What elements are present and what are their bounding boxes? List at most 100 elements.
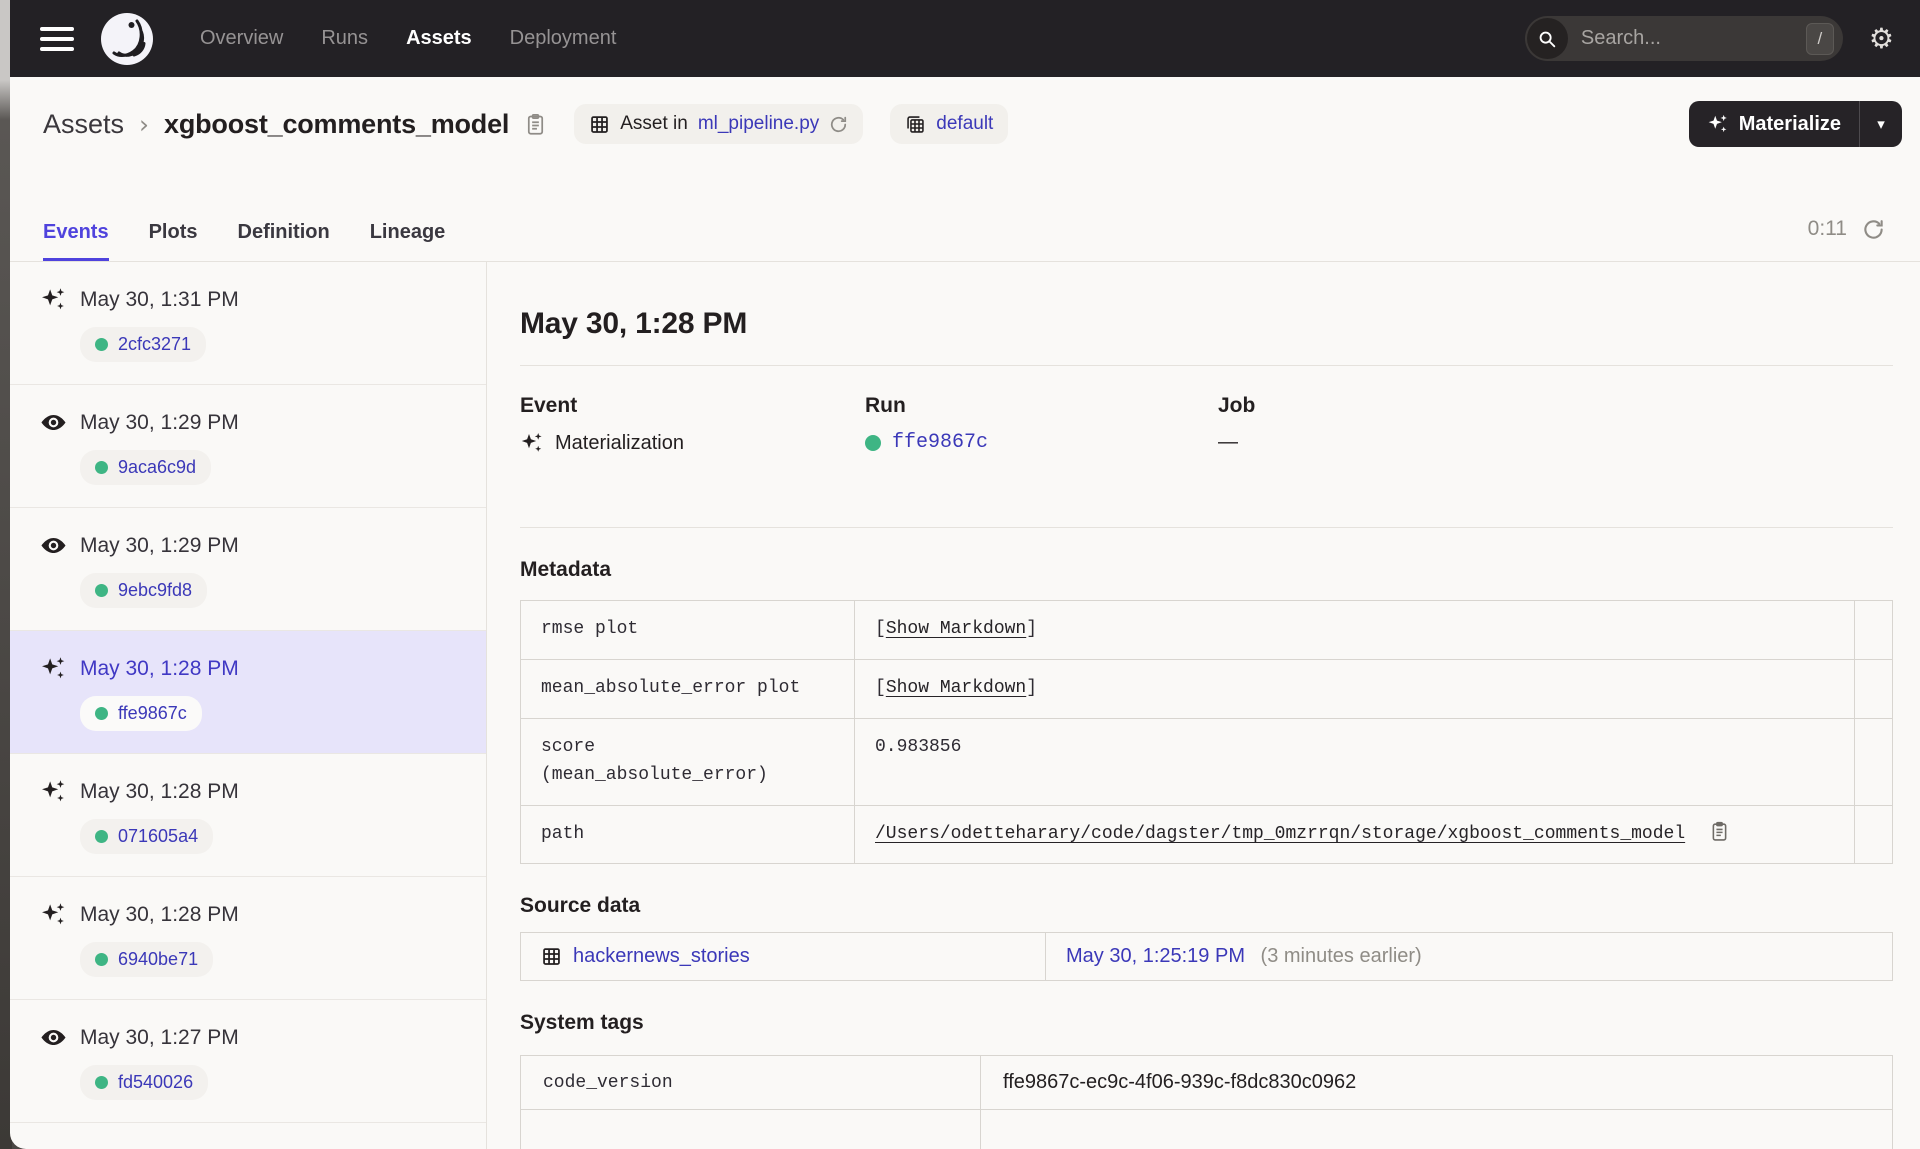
metadata-link[interactable]: Show Markdown bbox=[886, 678, 1026, 698]
run-id-badge[interactable]: 9ebc9fd8 bbox=[80, 573, 208, 608]
asset-tab[interactable]: Lineage bbox=[370, 221, 446, 261]
metadata-table: rmse plot [Show Markdown] mean_absolute_… bbox=[520, 600, 1893, 865]
run-status-dot bbox=[95, 953, 108, 966]
system-tag-value: ffe9867c-ec9c-4f06-939c-f8dc830c0962 bbox=[980, 1055, 1893, 1111]
system-tags-table: code_version ffe9867c-ec9c-4f06-939c-f8d… bbox=[520, 1055, 1893, 1149]
run-status-dot bbox=[95, 461, 108, 474]
run-id-link: 9ebc9fd8 bbox=[118, 580, 193, 600]
nav-link[interactable]: Deployment bbox=[510, 27, 617, 50]
materialize-button[interactable]: Materialize bbox=[1689, 101, 1859, 147]
event-list-item[interactable]: May 30, 1:27 PM fd540026 bbox=[10, 1000, 486, 1123]
event-overview-row: Event Materialization Run ffe9867c Job — bbox=[520, 394, 1893, 455]
run-column-label: Run bbox=[865, 394, 906, 417]
source-data-heading: Source data bbox=[520, 894, 641, 918]
nav-link[interactable]: Overview bbox=[200, 27, 283, 50]
event-list-item[interactable]: May 30, 1:31 PM 2cfc3271 bbox=[10, 262, 486, 385]
materialize-button-label: Materialize bbox=[1738, 112, 1841, 135]
metadata-value: /Users/odetteharary/code/dagster/tmp_0mz… bbox=[854, 804, 1855, 865]
metadata-key: path bbox=[520, 804, 855, 865]
observation-eye-icon bbox=[40, 532, 67, 559]
metadata-key: score (mean_absolute_error) bbox=[520, 717, 855, 806]
event-timestamp: May 30, 1:28 PM bbox=[80, 656, 239, 680]
event-timestamp: May 30, 1:31 PM bbox=[80, 287, 239, 311]
materialization-icon bbox=[40, 901, 67, 928]
asset-tab[interactable]: Definition bbox=[238, 221, 330, 261]
asset-tabs-row: Events Plots Definition Lineage 0:11 bbox=[10, 171, 1920, 262]
materialize-dropdown-caret[interactable]: ▾ bbox=[1860, 101, 1902, 147]
metadata-extra-cell bbox=[1854, 717, 1893, 806]
copy-path-icon[interactable] bbox=[1709, 821, 1730, 842]
source-data-table: hackernews_stories May 30, 1:25:19 PM (3… bbox=[520, 932, 1893, 982]
run-status-dot bbox=[95, 707, 108, 720]
top-navbar: Overview Runs Assets Deployment / ⚙ bbox=[10, 0, 1920, 77]
run-id-link: 071605a4 bbox=[118, 826, 199, 846]
event-column-label: Event bbox=[520, 394, 578, 417]
run-id-badge[interactable]: 071605a4 bbox=[80, 819, 214, 854]
asset-file-link[interactable]: ml_pipeline.py bbox=[698, 113, 819, 135]
event-list-item[interactable]: May 30, 1:28 PM ffe9867c bbox=[10, 631, 486, 754]
job-column-label: Job bbox=[1218, 394, 1256, 417]
run-id-badge[interactable]: fd540026 bbox=[80, 1065, 209, 1100]
refresh-countdown: 0:11 bbox=[1807, 217, 1847, 240]
global-search[interactable]: / bbox=[1524, 16, 1843, 61]
run-id-badge[interactable]: 2cfc3271 bbox=[80, 327, 207, 362]
metadata-extra-cell bbox=[1854, 804, 1893, 865]
job-column: Job — bbox=[1218, 394, 1563, 455]
event-list-item[interactable]: May 30, 1:29 PM 9ebc9fd8 bbox=[10, 508, 486, 631]
run-column: Run ffe9867c bbox=[865, 394, 1218, 455]
asset-tab[interactable]: Events bbox=[43, 221, 109, 261]
copy-asset-name-icon[interactable] bbox=[524, 113, 547, 136]
materialization-icon bbox=[520, 431, 544, 455]
run-id-link: 9aca6c9d bbox=[118, 457, 197, 477]
metadata-extra-cell bbox=[1854, 658, 1893, 719]
event-list-item[interactable]: May 30, 1:29 PM 9aca6c9d bbox=[10, 385, 486, 508]
dagster-logo[interactable] bbox=[100, 12, 154, 66]
source-timestamp-link[interactable]: May 30, 1:25:19 PM bbox=[1066, 945, 1245, 967]
refresh-icon[interactable] bbox=[1862, 218, 1885, 241]
nav-link[interactable]: Assets bbox=[406, 27, 472, 50]
search-icon bbox=[1526, 18, 1568, 59]
run-id-badge[interactable]: 9aca6c9d bbox=[80, 450, 212, 485]
asset-name-title: xgboost_comments_model bbox=[164, 108, 510, 139]
breadcrumb-assets-link[interactable]: Assets bbox=[43, 109, 124, 140]
settings-gear-icon[interactable]: ⚙ bbox=[1869, 24, 1894, 53]
event-timestamp: May 30, 1:28 PM bbox=[80, 902, 239, 926]
event-type-value: Materialization bbox=[555, 431, 684, 454]
auto-refresh-controls: 0:11 bbox=[1808, 217, 1885, 261]
asset-group-badge: default bbox=[890, 104, 1009, 144]
metadata-link[interactable]: Show Markdown bbox=[886, 619, 1026, 639]
dagster-app-window: Overview Runs Assets Deployment / ⚙ Assets … bbox=[10, 0, 1920, 1149]
divider bbox=[520, 527, 1893, 528]
materialize-sparkle-icon bbox=[1707, 113, 1729, 135]
run-id-badge[interactable]: ffe9867c bbox=[80, 696, 202, 731]
content-area: May 30, 1:31 PM 2cfc3271 May 30, 1:29 PM… bbox=[10, 262, 1920, 1149]
reload-code-location-icon[interactable] bbox=[829, 115, 848, 134]
event-list-item[interactable]: May 30, 1:28 PM 071605a4 bbox=[10, 754, 486, 877]
observation-eye-icon bbox=[40, 1024, 67, 1051]
metadata-row: path /Users/odetteharary/code/dagster/tm… bbox=[520, 804, 1893, 865]
run-id-badge[interactable]: 6940be71 bbox=[80, 942, 214, 977]
nav-link[interactable]: Runs bbox=[321, 27, 368, 50]
search-shortcut-key: / bbox=[1805, 22, 1834, 55]
asset-tab[interactable]: Plots bbox=[149, 221, 198, 261]
asset-location-prefix: Asset in bbox=[620, 113, 688, 134]
event-list-item[interactable]: May 30, 1:28 PM 6940be71 bbox=[10, 877, 486, 1000]
metadata-link[interactable]: /Users/odetteharary/code/dagster/tmp_0mz… bbox=[875, 824, 1685, 844]
run-id-link[interactable]: ffe9867c bbox=[892, 431, 988, 454]
event-timestamp: May 30, 1:27 PM bbox=[80, 1025, 239, 1049]
metadata-row: mean_absolute_error plot [Show Markdown] bbox=[520, 658, 1893, 719]
event-detail-pane: May 30, 1:28 PM Event Materialization Ru… bbox=[487, 262, 1920, 1149]
run-status-dot bbox=[95, 584, 108, 597]
hamburger-menu-icon[interactable] bbox=[40, 26, 74, 51]
run-status-dot bbox=[95, 830, 108, 843]
system-tag-row: code_version ffe9867c-ec9c-4f06-939c-f8d… bbox=[520, 1055, 1893, 1111]
breadcrumb-row: Assets › xgboost_comments_model Asset in… bbox=[10, 77, 1920, 171]
asset-group-link[interactable]: default bbox=[936, 113, 993, 135]
asset-location-badge: Asset in ml_pipeline.py bbox=[574, 104, 864, 144]
run-id-link: ffe9867c bbox=[118, 703, 187, 723]
materialization-icon bbox=[40, 778, 67, 805]
search-input[interactable] bbox=[1567, 27, 1806, 50]
asset-grid-icon bbox=[589, 114, 610, 135]
source-asset-link[interactable]: hackernews_stories bbox=[573, 945, 750, 968]
system-tag-key: code_version bbox=[520, 1055, 981, 1111]
